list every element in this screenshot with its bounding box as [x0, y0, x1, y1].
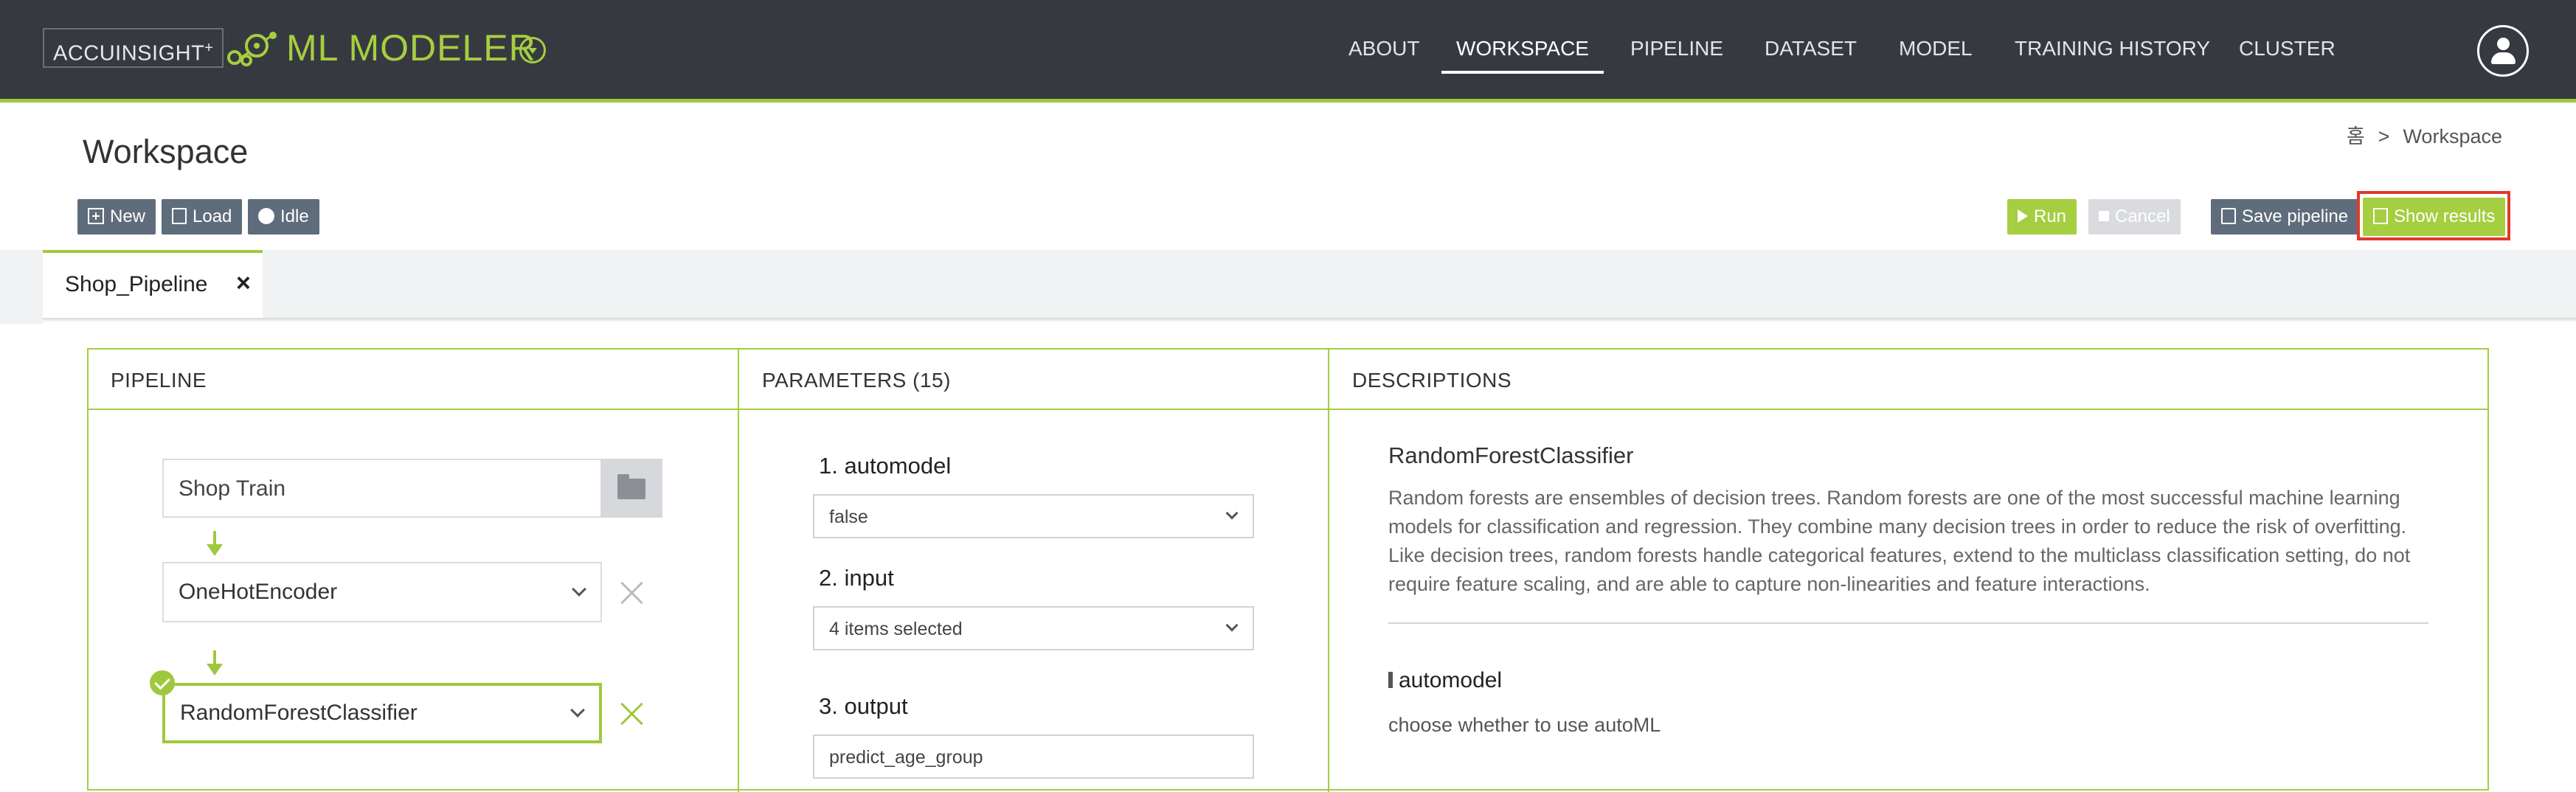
param-label-input: 2. input [819, 565, 894, 591]
parameters-panel-title: PARAMETERS (15) [762, 369, 951, 392]
new-button-label: New [110, 206, 146, 226]
status-label: Idle [280, 206, 309, 226]
brand-label: ACCUINSIGHT [53, 41, 205, 66]
description-param-heading: automodel [1388, 668, 1502, 693]
breadcrumb-separator: > [2378, 125, 2390, 147]
run-button[interactable]: Run [2007, 199, 2077, 235]
panel-divider-2 [1328, 350, 1329, 792]
new-button[interactable]: New [77, 199, 156, 235]
tab-label: Shop_Pipeline [65, 272, 208, 296]
remove-step-close-icon[interactable] [617, 578, 646, 608]
user-body-shape [2491, 52, 2516, 64]
chevron-down-icon [1225, 619, 1239, 632]
status-idle-button[interactable]: Idle [248, 199, 319, 235]
pipeline-panel-title: PIPELINE [111, 369, 207, 392]
step-label: RandomForestClassifier [180, 701, 418, 725]
tab-bar [43, 250, 2576, 318]
breadcrumb-current: Workspace [2403, 125, 2502, 147]
nav-about[interactable]: ABOUT [1348, 0, 1419, 99]
param-select-automodel[interactable]: false [813, 494, 1254, 538]
folder-button[interactable] [600, 459, 662, 518]
circle-icon [258, 207, 274, 224]
param-label-output: 3. output [819, 693, 908, 719]
pipeline-step-onehotencoder[interactable]: OneHotEncoder [162, 562, 602, 622]
panels-header [89, 350, 2487, 410]
top-navigation-bar: ACCUINSIGHT+ ML MODELER ABOUT WORKSPACE … [0, 0, 2576, 99]
nav-dataset[interactable]: DATASET [1765, 0, 1857, 99]
brand-logo-accuinsight[interactable]: ACCUINSIGHT+ [43, 28, 224, 68]
nav-pipeline[interactable]: PIPELINE [1630, 0, 1723, 99]
step-label: OneHotEncoder [179, 580, 338, 604]
cancel-button-label: Cancel [2115, 206, 2170, 226]
page-title: Workspace [83, 133, 249, 170]
dataset-input[interactable]: Shop Train [162, 459, 602, 518]
tabbar-left-shade [0, 250, 43, 324]
save-pipeline-label: Save pipeline [2242, 206, 2349, 226]
save-pipeline-button[interactable]: Save pipeline [2211, 199, 2359, 235]
param-label-automodel: 1. automodel [819, 453, 952, 479]
chevron-down-icon [570, 703, 585, 718]
remove-step-close-icon[interactable] [617, 699, 646, 729]
play-icon [2018, 209, 2028, 223]
nav-training-history[interactable]: TRAINING HISTORY [2015, 0, 2210, 99]
molecule-logo-icon [227, 32, 277, 66]
app-title: ML MODELER [286, 27, 536, 69]
folder-icon [617, 474, 645, 499]
stop-icon [2099, 210, 2109, 221]
save-icon [2221, 207, 2236, 224]
tab-bar-shadow [43, 318, 2576, 322]
list-icon [172, 207, 187, 224]
panel-divider-1 [738, 350, 739, 792]
nav-cluster[interactable]: CLUSTER [2239, 0, 2336, 99]
topbar-accent-line [0, 99, 2576, 103]
run-button-label: Run [2034, 206, 2067, 226]
breadcrumb: 홈 > Workspace [2347, 120, 2502, 149]
arrow-down-icon [207, 650, 223, 675]
heading-bar-icon [1388, 672, 1393, 689]
description-divider [1388, 622, 2428, 624]
descriptions-panel-title: DESCRIPTIONS [1352, 369, 1512, 392]
nav-model[interactable]: MODEL [1899, 0, 1973, 99]
description-param-text: choose whether to use autoML [1388, 714, 1661, 736]
chevron-down-icon [1225, 507, 1239, 520]
app-switcher-chevron-down-icon[interactable] [519, 37, 546, 63]
description-param-name: automodel [1399, 668, 1503, 692]
description-title: RandomForestClassifier [1388, 442, 1634, 468]
param-select-input[interactable]: 4 items selected [813, 606, 1254, 650]
brand-plus: + [204, 40, 214, 56]
user-head-shape [2497, 38, 2510, 50]
dataset-label: Shop Train [179, 476, 286, 501]
param-value: predict_age_group [829, 747, 983, 768]
load-button[interactable]: Load [162, 199, 243, 235]
nav-workspace[interactable]: WORKSPACE [1441, 0, 1604, 99]
chevron-down-icon [572, 582, 586, 597]
param-input-output[interactable]: predict_age_group [813, 734, 1254, 779]
param-value: 4 items selected [829, 619, 963, 639]
param-value: false [829, 507, 868, 527]
load-button-label: Load [193, 206, 232, 226]
tab-shop-pipeline[interactable]: Shop_Pipeline × [43, 250, 263, 318]
breadcrumb-home[interactable]: 홈 [2347, 125, 2365, 147]
plus-box-icon [88, 207, 104, 224]
close-icon[interactable]: × [236, 269, 251, 298]
description-text: Random forests are ensembles of decision… [1388, 487, 2411, 595]
cancel-button[interactable]: Cancel [2088, 199, 2181, 235]
show-results-highlight [2357, 191, 2510, 240]
pipeline-step-randomforestclassifier[interactable]: RandomForestClassifier [162, 683, 602, 743]
check-circle-icon [150, 670, 175, 695]
user-account-icon[interactable] [2477, 25, 2529, 77]
arrow-down-icon [207, 531, 223, 556]
